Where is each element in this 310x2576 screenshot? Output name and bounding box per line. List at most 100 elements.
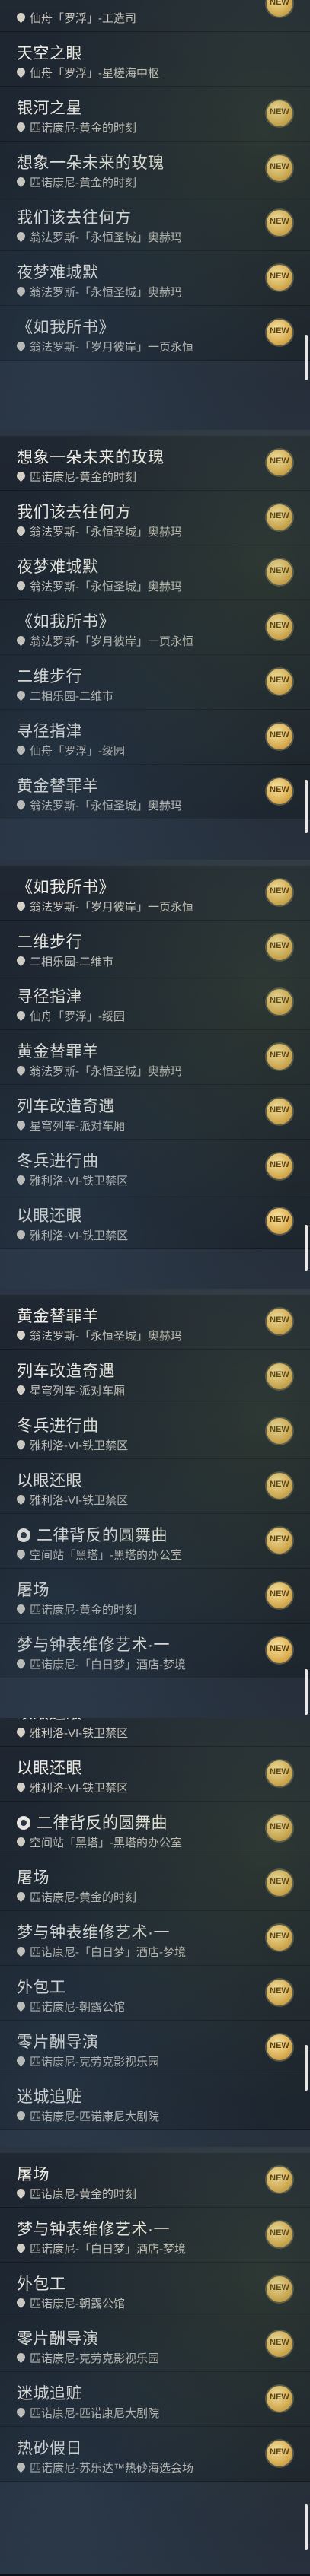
scrollbar-thumb[interactable] <box>305 2045 308 2091</box>
song-location: 二相乐园-二维市 <box>14 688 113 704</box>
new-badge-icon: NEW <box>267 1925 292 1951</box>
song-location: 匹诺康尼-匹诺康尼大剧院 <box>14 2405 159 2421</box>
new-badge-label: NEW <box>270 676 289 685</box>
song-list-item[interactable]: 想象一朵未来的玫瑰 匹诺康尼-黄金的时刻 NEW <box>0 142 310 196</box>
song-location-text: 匹诺康尼-黄金的时刻 <box>30 122 136 135</box>
song-title-text: 夜梦难城默 <box>17 264 99 281</box>
song-location: 匹诺康尼-黄金的时刻 <box>14 1889 136 1905</box>
song-location-text: 仙舟「罗浮」-星槎海中枢 <box>30 67 159 80</box>
new-badge-label: NEW <box>270 1767 289 1776</box>
new-badge-icon: NEW <box>267 1582 292 1608</box>
song-list-item[interactable]: 冬兵进行曲 雅利洛-VI-铁卫禁区 NEW <box>0 1140 310 1194</box>
song-list-item[interactable]: 仙舟「罗浮」-工造司 NEW <box>0 0 310 32</box>
song-location: 匹诺康尼-黄金的时刻 <box>14 469 136 485</box>
song-list-item[interactable]: 二维步行 二相乐园-二维市 NEW <box>0 921 310 975</box>
song-list-item[interactable]: 《如我所书》 翁法罗斯-「岁月彼岸」一页永恒 NEW <box>0 306 310 361</box>
song-list-item[interactable]: 列车改造奇遇 星穹列车-派对车厢 NEW <box>0 1085 310 1140</box>
song-list-item[interactable]: 《如我所书》 翁法罗斯-「岁月彼岸」一页永恒 NEW <box>0 600 310 655</box>
map-pin-icon <box>14 1173 27 1186</box>
song-title-text: 迷城追赃 <box>17 2088 82 2106</box>
song-title: 二律背反的圆舞曲 <box>17 1811 168 1833</box>
scrollbar-thumb[interactable] <box>305 2504 308 2550</box>
song-list-item[interactable]: 零片酬导演 匹诺康尼-克劳克影视乐园 NEW <box>0 2021 310 2075</box>
song-location: 仙舟「罗浮」-绥园 <box>14 1008 125 1024</box>
song-list-item[interactable]: 列车改造奇遇 星穹列车-派对车厢 NEW <box>0 1350 310 1404</box>
song-list-item[interactable]: 屠场 匹诺康尼-黄金的时刻 NEW <box>0 1856 310 1911</box>
song-title: 《如我所书》 <box>17 609 115 632</box>
song-list-item[interactable]: 屠场 匹诺康尼-黄金的时刻 NEW <box>0 2153 310 2208</box>
song-title: 以眼还眼 <box>17 1468 82 1491</box>
scrollbar-thumb[interactable] <box>305 1225 308 1271</box>
new-badge-label: NEW <box>270 886 289 895</box>
song-list-panel: 仙舟「罗浮」-工造司 NEW 天空之眼 仙舟「罗浮」-星槎海中枢 银河之星 匹诺康尼-黄金… <box>0 0 310 431</box>
song-location-text: 翁法罗斯-「岁月彼岸」一页永恒 <box>30 635 193 648</box>
new-badge-label: NEW <box>270 2338 289 2347</box>
song-title-text: 屠场 <box>17 1582 50 1599</box>
map-pin-icon <box>14 1493 27 1506</box>
song-list-item[interactable]: 冬兵进行曲 雅利洛-VI-铁卫禁区 NEW <box>0 1404 310 1459</box>
scrollbar-thumb[interactable] <box>305 1669 308 1715</box>
song-list-item[interactable]: 我们该去往何方 翁法罗斯-「永恒圣城」奥赫玛 NEW <box>0 491 310 545</box>
song-location-text: 匹诺康尼-「白日梦」酒店-梦境 <box>30 2243 186 2256</box>
song-list-item[interactable]: 梦与钟表维修艺术·一 匹诺康尼-「白日梦」酒店-梦境 NEW <box>0 1624 310 1678</box>
map-pin-icon <box>14 1009 27 1022</box>
song-list-item[interactable]: 迷城追赃 匹诺康尼-匹诺康尼大剧院 NEW <box>0 2372 310 2427</box>
song-list-item[interactable]: 天空之眼 仙舟「罗浮」-星槎海中枢 <box>0 32 310 87</box>
song-list-item[interactable]: 热砂假日 匹诺康尼-苏乐达™热砂海选会场 NEW <box>0 2427 310 2482</box>
new-badge-label: NEW <box>270 162 289 171</box>
song-location-text: 星穹列车-派对车厢 <box>30 1120 125 1133</box>
map-pin-icon <box>14 2296 27 2309</box>
song-location: 匹诺康尼-「白日梦」酒店-梦境 <box>14 1944 186 1960</box>
new-badge-icon: NEW <box>267 1099 292 1124</box>
song-location: 翁法罗斯-「岁月彼岸」一页永恒 <box>14 898 193 914</box>
song-title-text: 梦与钟表维修艺术·一 <box>17 1636 170 1654</box>
song-list-item[interactable]: 以眼还眼 雅利洛-VI-铁卫禁区 NEW <box>0 1747 310 1802</box>
song-title: 外包工 <box>17 1975 66 1998</box>
song-list-item[interactable]: 以眼还眼雅利洛-VI-铁卫禁区 <box>0 1718 310 1747</box>
new-badge-icon: NEW <box>267 669 292 695</box>
song-list-item[interactable]: 屠场 匹诺康尼-黄金的时刻 NEW <box>0 1569 310 1624</box>
song-title-text: 以眼还眼 <box>17 1718 82 1722</box>
new-badge-label: NEW <box>270 1986 289 1996</box>
song-list-item[interactable]: 二律背反的圆舞曲 空间站「黑塔」-黑塔的办公室 NEW <box>0 1802 310 1856</box>
song-list-item[interactable]: 外包工 匹诺康尼-朝露公馆 NEW <box>0 2263 310 2317</box>
song-list-item[interactable]: 零片酬导演 匹诺康尼-克劳克影视乐园 NEW <box>0 2317 310 2372</box>
new-badge-icon: NEW <box>267 265 292 291</box>
song-location-text: 仙舟「罗浮」-工造司 <box>30 12 136 25</box>
new-badge-icon: NEW <box>267 320 292 345</box>
song-title-text: 我们该去往何方 <box>17 209 132 227</box>
song-list-item[interactable]: 寻径指津 仙舟「罗浮」-绥园 NEW <box>0 710 310 765</box>
song-location-text: 翁法罗斯-「永恒圣城」奥赫玛 <box>30 800 182 813</box>
new-badge-label: NEW <box>270 785 289 794</box>
song-title: 夜梦难城默 <box>17 555 99 577</box>
song-list-item[interactable]: 外包工 匹诺康尼-朝露公馆 NEW <box>0 1966 310 2021</box>
song-list-item[interactable]: 银河之星 匹诺康尼-黄金的时刻 NEW <box>0 87 310 142</box>
song-list-item[interactable]: 迷城追赃匹诺康尼-匹诺康尼大剧院 <box>0 2075 310 2130</box>
new-badge-label: NEW <box>270 1534 289 1544</box>
song-list-item[interactable]: 黄金替罪羊 翁法罗斯-「永恒圣城」奥赫玛 NEW <box>0 765 310 819</box>
song-location-text: 匹诺康尼-匹诺康尼大剧院 <box>30 2110 159 2123</box>
song-list-item[interactable]: 《如我所书》 翁法罗斯-「岁月彼岸」一页永恒 NEW <box>0 866 310 921</box>
song-list-item[interactable]: 想象一朵未来的玫瑰 匹诺康尼-黄金的时刻 NEW <box>0 436 310 491</box>
song-title: 黄金替罪羊 <box>17 1304 99 1327</box>
song-title: 零片酬导演 <box>17 2326 99 2349</box>
song-list-item[interactable]: 黄金替罪羊 翁法罗斯-「永恒圣城」奥赫玛 NEW <box>0 1030 310 1085</box>
song-list-item[interactable]: 黄金替罪羊 翁法罗斯-「永恒圣城」奥赫玛 NEW <box>0 1295 310 1350</box>
song-list-item[interactable]: 以眼还眼 雅利洛-VI-铁卫禁区 NEW <box>0 1194 310 1249</box>
song-title-text: 二维步行 <box>17 668 82 685</box>
song-title-text: 以眼还眼 <box>17 1760 82 1777</box>
song-list-item[interactable]: 夜梦难城默 翁法罗斯-「永恒圣城」奥赫玛 NEW <box>0 545 310 600</box>
song-list-item[interactable]: 寻径指津 仙舟「罗浮」-绥园 NEW <box>0 975 310 1030</box>
map-pin-icon <box>14 469 27 482</box>
song-title-text: 冬兵进行曲 <box>17 1417 99 1435</box>
scrollbar-thumb[interactable] <box>305 780 308 833</box>
song-list-item[interactable]: 二维步行二相乐园-二维市 NEW <box>0 655 310 710</box>
scrollbar-thumb[interactable] <box>305 335 308 380</box>
song-list-item[interactable]: 梦与钟表维修艺术·一 匹诺康尼-「白日梦」酒店-梦境 NEW <box>0 1911 310 1966</box>
song-list-item[interactable]: 夜梦难城默 翁法罗斯-「永恒圣城」奥赫玛 NEW <box>0 251 310 306</box>
song-list-item[interactable]: 梦与钟表维修艺术·一 匹诺康尼-「白日梦」酒店-梦境 NEW <box>0 2208 310 2263</box>
song-title: 黄金替罪羊 <box>17 1039 99 1062</box>
song-list-item[interactable]: 二律背反的圆舞曲 空间站「黑塔」-黑塔的办公室 NEW <box>0 1514 310 1569</box>
song-list-item[interactable]: 我们该去往何方 翁法罗斯-「永恒圣城」奥赫玛 NEW <box>0 196 310 251</box>
song-list-item[interactable]: 以眼还眼 雅利洛-VI-铁卫禁区 NEW <box>0 1459 310 1514</box>
